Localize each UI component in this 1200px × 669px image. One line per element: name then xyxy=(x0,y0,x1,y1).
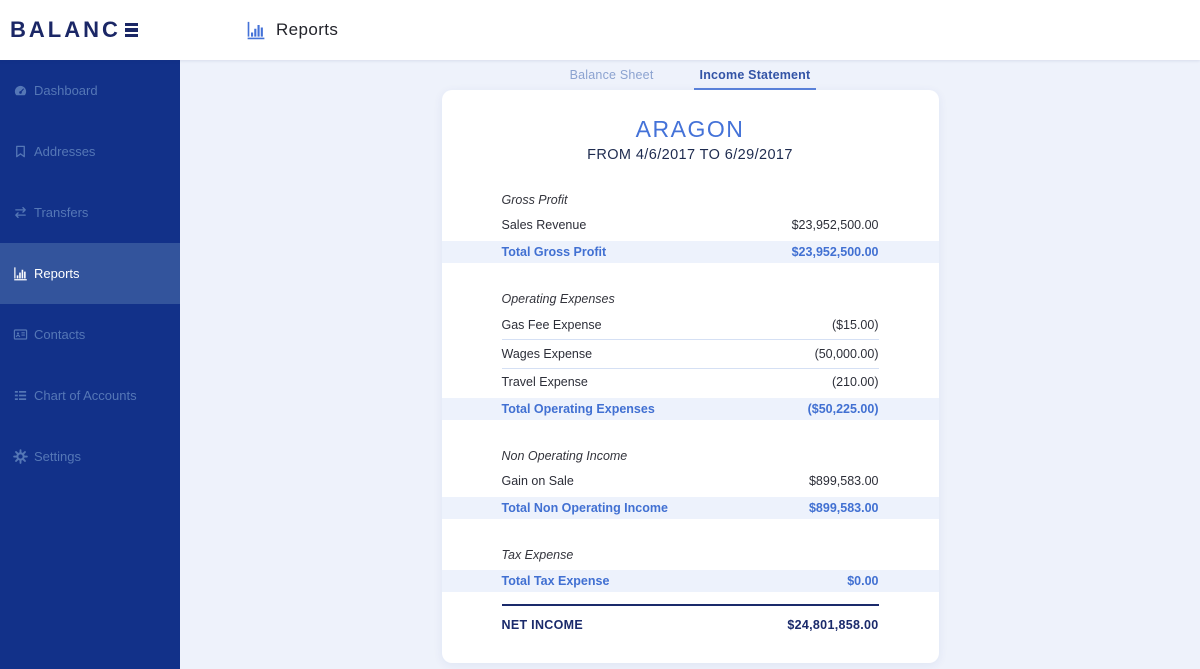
net-income-value: $24,801,858.00 xyxy=(787,618,879,632)
sidebar-item-chart-of-accounts[interactable]: Chart of Accounts xyxy=(0,365,180,426)
transfers-icon xyxy=(13,205,28,220)
row-label: Sales Revenue xyxy=(501,218,587,232)
section-heading: Non Operating Income xyxy=(501,449,628,463)
sidebar-item-label: Contacts xyxy=(34,327,86,342)
report-period: FROM 4/6/2017 TO 6/29/2017 xyxy=(587,147,793,163)
sidebar-item-label: Chart of Accounts xyxy=(34,388,137,403)
dashboard-icon xyxy=(13,83,28,98)
section-heading: Gross Profit xyxy=(501,193,568,207)
contacts-icon xyxy=(13,327,28,342)
total-label: Total Gross Profit xyxy=(501,245,607,259)
list-icon xyxy=(13,388,28,403)
sidebar-item-transfers[interactable]: Transfers xyxy=(0,182,180,243)
tab-balance-sheet[interactable]: Balance Sheet xyxy=(564,63,660,90)
sidebar-item-reports[interactable]: Reports xyxy=(0,243,180,304)
sidebar-item-contacts[interactable]: Contacts xyxy=(0,304,180,365)
total-value: ($50,225.00) xyxy=(807,402,879,416)
report-row: Gas Fee Expense ($15.00) xyxy=(501,311,879,340)
app-logo[interactable]: BALANC xyxy=(0,17,180,43)
sidebar-item-label: Transfers xyxy=(34,205,89,220)
sidebar-nav: Dashboard Addresses Transfers Reports Contac… xyxy=(0,60,180,487)
page-header: Reports xyxy=(246,20,338,40)
report-card: ARAGON FROM 4/6/2017 TO 6/29/2017 Gross … xyxy=(441,90,939,663)
report-tabs: Balance Sheet Income Statement xyxy=(564,63,817,90)
report-row: Travel Expense (210.00) xyxy=(502,369,879,395)
row-label: Travel Expense xyxy=(501,375,588,389)
total-value: $0.00 xyxy=(847,574,879,588)
row-label: Gain on Sale xyxy=(501,474,574,488)
gear-icon xyxy=(13,449,28,464)
total-label: Total Tax Expense xyxy=(501,574,610,588)
net-income-label: NET INCOME xyxy=(501,618,583,632)
section-heading: Tax Expense xyxy=(501,548,574,562)
total-value: $23,952,500.00 xyxy=(791,245,879,259)
row-value: (50,000.00) xyxy=(814,347,879,361)
bar-chart-icon xyxy=(246,20,266,40)
company-name: ARAGON xyxy=(635,116,745,142)
total-row: Total Gross Profit $23,952,500.00 xyxy=(441,241,939,263)
report-section-gross-profit: Gross Profit Sales Revenue $23,952,500.00 T… xyxy=(441,188,939,263)
row-value: $23,952,500.00 xyxy=(791,218,879,232)
sidebar-item-label: Reports xyxy=(34,266,80,281)
row-label: Gas Fee Expense xyxy=(501,318,602,332)
section-heading: Operating Expenses xyxy=(501,292,615,306)
sidebar-item-dashboard[interactable]: Dashboard xyxy=(0,60,180,121)
tab-income-statement[interactable]: Income Statement xyxy=(693,63,817,90)
total-row: Total Operating Expenses ($50,225.00) xyxy=(441,398,939,420)
net-income-block: NET INCOME $24,801,858.00 xyxy=(501,604,879,638)
sidebar-item-label: Addresses xyxy=(34,144,96,159)
sidebar-item-label: Dashboard xyxy=(34,83,98,98)
sidebar-item-settings[interactable]: Settings xyxy=(0,426,180,487)
row-label: Wages Expense xyxy=(501,347,593,361)
total-value: $899,583.00 xyxy=(808,501,879,515)
bar-chart-icon xyxy=(13,266,28,281)
report-row: Wages Expense (50,000.00) xyxy=(501,340,879,369)
sidebar-item-addresses[interactable]: Addresses xyxy=(0,121,180,182)
total-label: Total Non Operating Income xyxy=(501,501,668,515)
sidebar-item-label: Settings xyxy=(34,449,81,464)
report-row: Gain on Sale $899,583.00 xyxy=(502,468,879,494)
app-window: BALANC Reports Dashboard Addresses Transfe… xyxy=(0,0,1200,669)
total-row: Total Tax Expense $0.00 xyxy=(441,570,939,592)
net-income-row: NET INCOME $24,801,858.00 xyxy=(502,612,879,638)
row-value: $899,583.00 xyxy=(808,474,879,488)
report-section-tax-expense: Tax Expense Total Tax Expense $0.00 xyxy=(441,543,939,592)
logo-e-icon xyxy=(124,22,138,38)
report-row: Sales Revenue $23,952,500.00 xyxy=(502,212,879,238)
report-section-operating-expenses: Operating Expenses Gas Fee Expense ($15.00… xyxy=(441,287,939,420)
report-section-non-operating-income: Non Operating Income Gain on Sale $899,583… xyxy=(441,444,939,519)
row-value: ($15.00) xyxy=(831,318,879,332)
row-value: (210.00) xyxy=(831,375,879,389)
logo-text: BALANC xyxy=(10,17,121,42)
total-label: Total Operating Expenses xyxy=(501,402,655,416)
report-sections: Gross Profit Sales Revenue $23,952,500.00 T… xyxy=(441,188,939,592)
net-income-rule xyxy=(501,604,879,606)
main-content: Balance Sheet Income Statement ARAGON FRO… xyxy=(180,60,1200,669)
app-header: BALANC Reports xyxy=(0,0,1200,60)
sidebar: Dashboard Addresses Transfers Reports Contac… xyxy=(0,60,180,669)
bookmark-icon xyxy=(13,144,28,159)
total-row: Total Non Operating Income $899,583.00 xyxy=(441,497,939,519)
page-title: Reports xyxy=(276,20,339,39)
